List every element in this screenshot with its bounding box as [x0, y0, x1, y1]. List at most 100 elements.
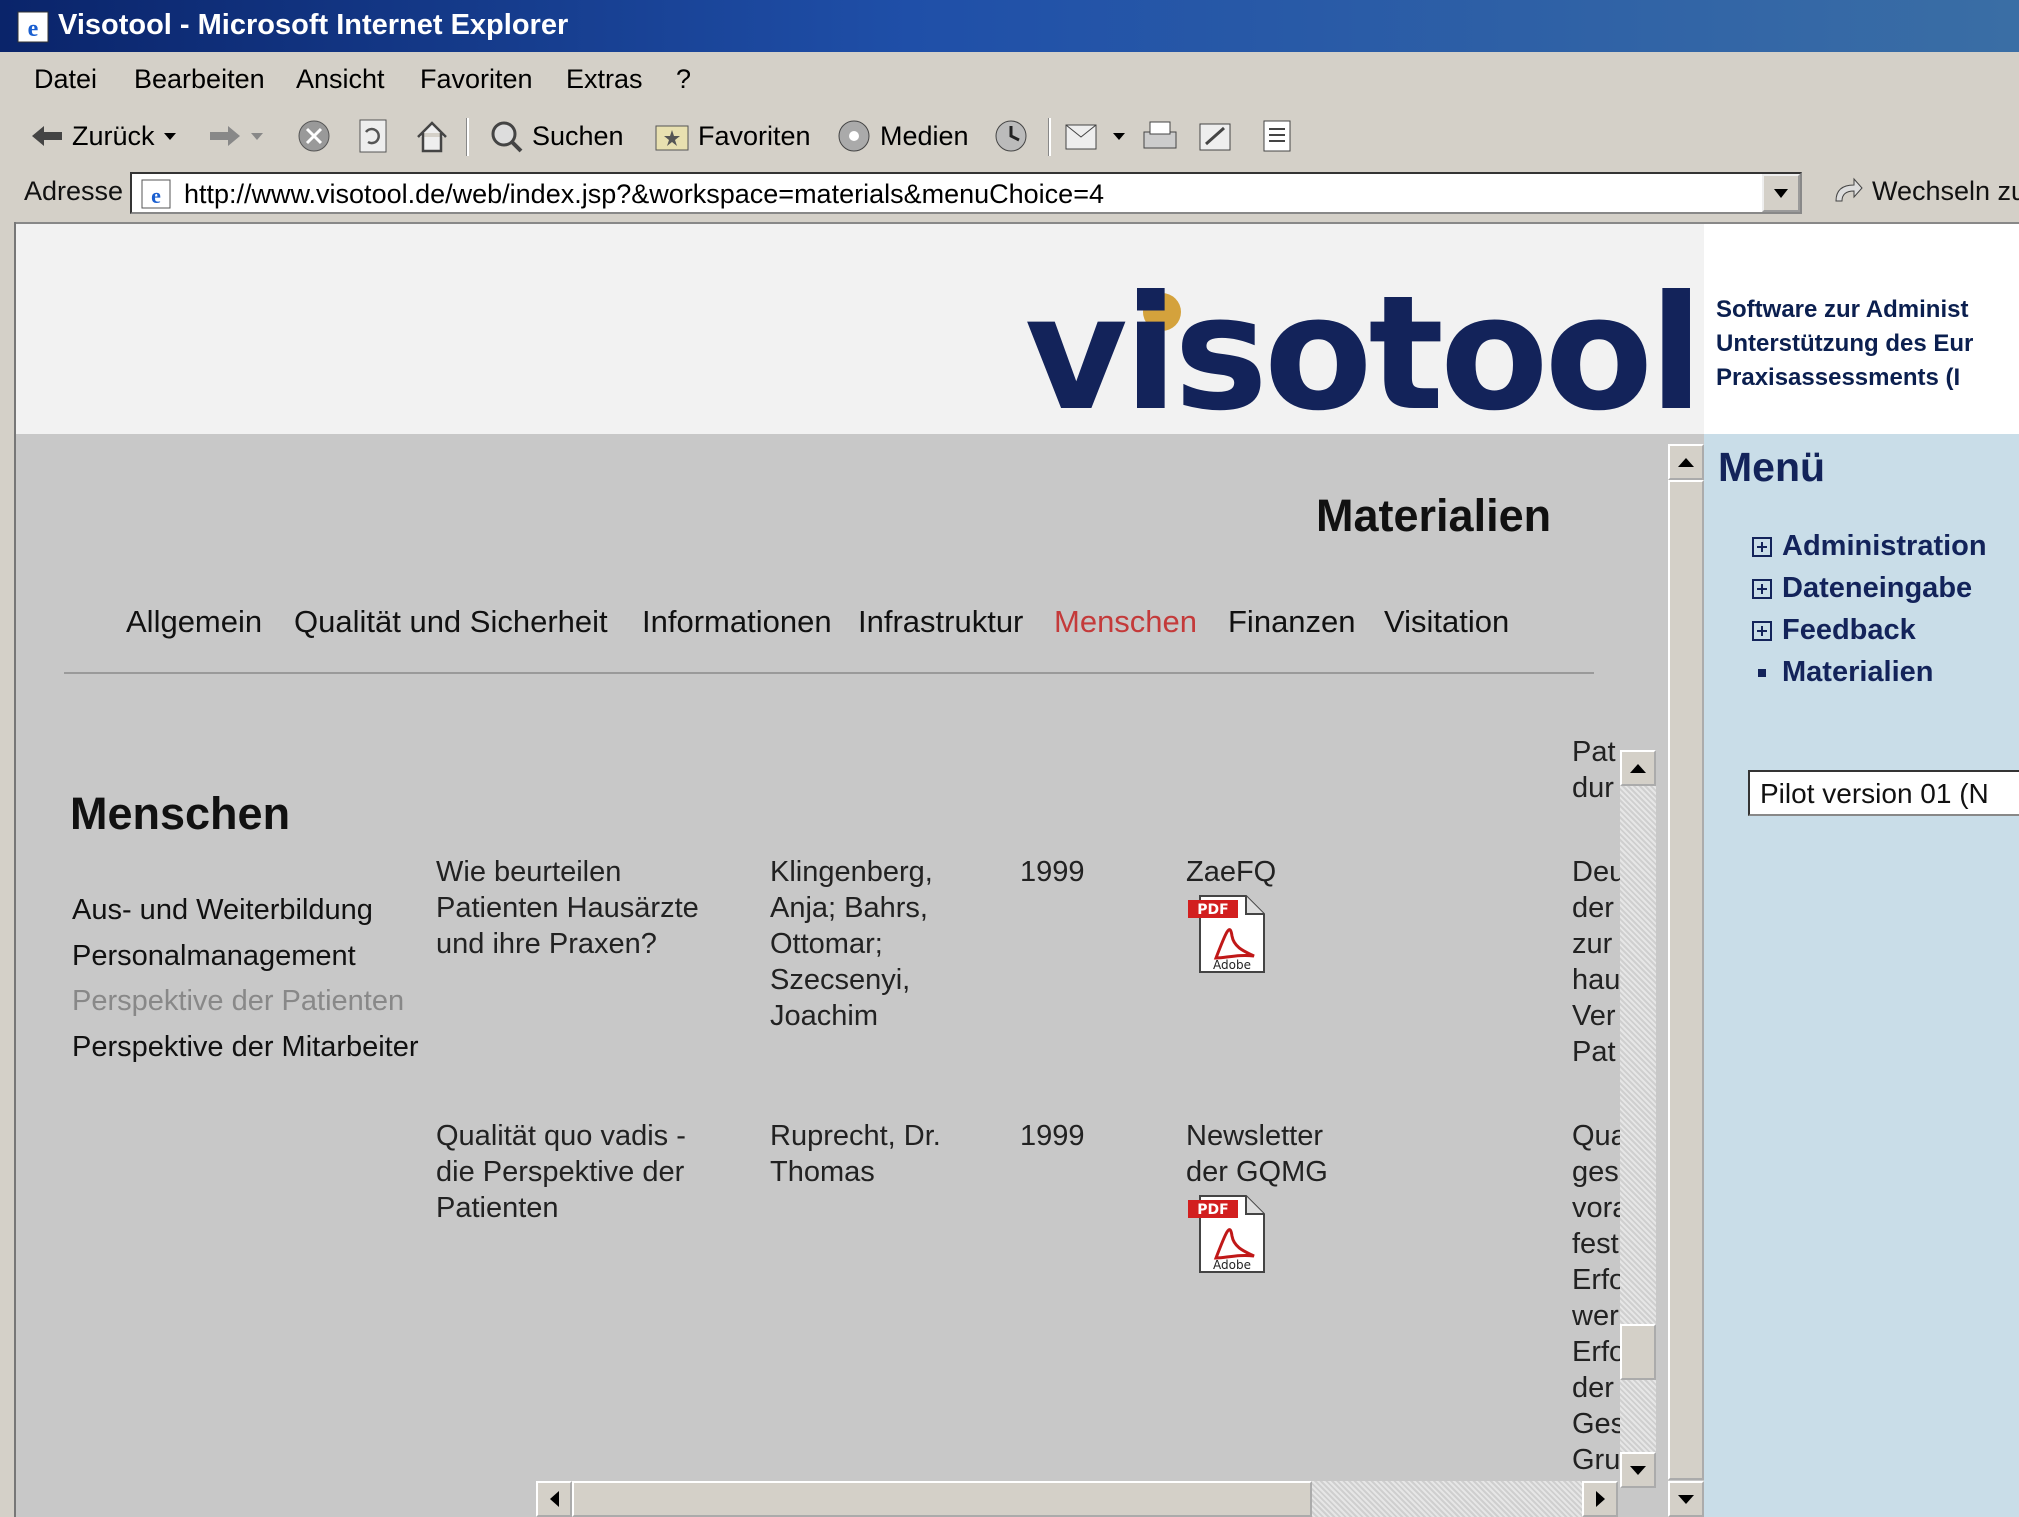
- pdf-brand-text: Adobe: [1213, 958, 1251, 972]
- search-icon: [491, 121, 523, 153]
- stop-button[interactable]: [296, 116, 332, 156]
- tab-menschen[interactable]: Menschen: [1054, 604, 1197, 640]
- table-scroll-left-button[interactable]: [536, 1481, 572, 1517]
- address-url: http://www.visotool.de/web/index.jsp?&wo…: [184, 179, 1104, 209]
- menu-extras[interactable]: Extras: [566, 64, 643, 95]
- menu-ansicht[interactable]: Ansicht: [296, 64, 385, 95]
- address-input[interactable]: e http://www.visotool.de/web/index.jsp?&…: [130, 172, 1802, 214]
- sidebar-item-label: Feedback: [1782, 614, 1916, 646]
- author-line: Ottomar;: [770, 928, 883, 960]
- frame-scrollbar-thumb[interactable]: [1668, 480, 1704, 1480]
- chevron-down-icon: [1774, 189, 1788, 198]
- page-title: Materialien: [1316, 490, 1552, 541]
- table-scroll-right-button[interactable]: [1582, 1481, 1618, 1517]
- table-hscrollbar-thumb[interactable]: [572, 1481, 1312, 1517]
- menu-favoriten[interactable]: Favoriten: [420, 64, 533, 95]
- subnav-personalmanagement[interactable]: Personalmanagement: [72, 940, 356, 973]
- media-label: Medien: [880, 120, 969, 151]
- frame-scroll-up-button[interactable]: [1668, 444, 1704, 480]
- refresh-icon: [359, 119, 387, 153]
- table-scroll-down-button[interactable]: [1620, 1452, 1656, 1488]
- desc-line: der: [1572, 1372, 1614, 1404]
- menu-bar: Datei Bearbeiten Ansicht Favoriten Extra…: [0, 52, 2019, 109]
- sidebar-item-label: Administration: [1782, 530, 1987, 562]
- title-line: und ihre Praxen?: [436, 928, 657, 960]
- history-button[interactable]: [992, 116, 1030, 156]
- sidebar-item-materialien[interactable]: Materialien: [1752, 656, 1934, 689]
- row1-title[interactable]: Wie beurteilen Patienten Hausärzte und i…: [436, 854, 756, 962]
- go-label: Wechseln zu: [1872, 176, 2019, 206]
- edit-button[interactable]: [1196, 116, 1236, 156]
- sidebar-item-administration[interactable]: Administration: [1752, 530, 1987, 563]
- desc-line: hau: [1572, 964, 1620, 996]
- row2-year: 1999: [1020, 1120, 1085, 1152]
- title-line: Wie beurteilen: [436, 856, 622, 888]
- subnav-perspektive-der-patienten[interactable]: Perspektive der Patienten: [72, 985, 404, 1018]
- tab-qualitaet-und-sicherheit[interactable]: Qualität und Sicherheit: [294, 604, 608, 640]
- tab-allgemein[interactable]: Allgemein: [126, 604, 262, 640]
- svg-text:e: e: [28, 16, 39, 42]
- window-title: Visotool - Microsoft Internet Explorer: [58, 9, 569, 41]
- scroll-right-icon: [1595, 1491, 1605, 1507]
- frame-scroll-down-button[interactable]: [1668, 1481, 1704, 1517]
- table-scroll-up-button[interactable]: [1620, 750, 1656, 786]
- scroll-up-icon: [1630, 763, 1646, 773]
- tagline-line-3: Praxisassessments (I: [1716, 364, 1961, 391]
- menu-bearbeiten[interactable]: Bearbeiten: [134, 64, 265, 95]
- refresh-button[interactable]: [356, 116, 390, 156]
- favorites-button[interactable]: Favoriten: [654, 116, 811, 156]
- media-button[interactable]: Medien: [836, 116, 969, 156]
- window-titlebar[interactable]: e Visotool - Microsoft Internet Explorer: [0, 0, 2019, 52]
- scroll-left-icon: [549, 1491, 559, 1507]
- home-button[interactable]: [414, 116, 450, 156]
- pdf-badge-text: PDF: [1197, 902, 1228, 918]
- tagline-line-2: Unterstützung des Eur: [1716, 330, 1974, 357]
- desc-line: Qua: [1572, 1120, 1620, 1152]
- bullet-icon: [1758, 668, 1766, 677]
- tab-informationen[interactable]: Informationen: [642, 604, 832, 640]
- tab-visitation[interactable]: Visitation: [1384, 604, 1509, 640]
- sidebar-title: Menü: [1718, 444, 1826, 490]
- row1-year: 1999: [1020, 856, 1085, 888]
- row2-description: Qua ges vora fest Erfo wer Erfo der Ges …: [1572, 1118, 1620, 1478]
- author-line: Szecsenyi,: [770, 964, 911, 996]
- edit-icon: [1199, 123, 1231, 151]
- go-button[interactable]: Wechseln zu: [1830, 176, 2019, 207]
- mail-button[interactable]: [1064, 116, 1126, 156]
- discuss-button[interactable]: [1258, 116, 1296, 156]
- print-button[interactable]: [1140, 116, 1180, 156]
- desc-line: Pat: [1572, 736, 1616, 768]
- sidebar-item-label: Dateneingabe: [1782, 572, 1973, 604]
- desc-line: fest: [1572, 1228, 1619, 1260]
- left-frame-border: [0, 222, 16, 1517]
- address-label: Adresse: [24, 176, 124, 206]
- version-select[interactable]: Pilot version 01 (N: [1748, 770, 2019, 816]
- menu-help[interactable]: ?: [676, 64, 691, 95]
- subnav-perspektive-der-mitarbeiter[interactable]: Perspektive der Mitarbeiter: [72, 1031, 419, 1064]
- tab-finanzen[interactable]: Finanzen: [1228, 604, 1356, 640]
- pdf-icon[interactable]: PDF Adobe: [1186, 892, 1268, 974]
- pdf-badge-text: PDF: [1197, 1202, 1228, 1218]
- pdf-icon[interactable]: PDF Adobe: [1186, 1192, 1268, 1274]
- search-button[interactable]: Suchen: [488, 116, 624, 156]
- chevron-down-icon: [1113, 133, 1125, 140]
- back-button[interactable]: Zurück: [30, 116, 177, 156]
- desc-line: Ges: [1572, 1408, 1620, 1440]
- scroll-up-icon: [1678, 457, 1694, 467]
- table-scrollbar-thumb[interactable]: [1620, 1324, 1656, 1380]
- menu-datei[interactable]: Datei: [34, 64, 97, 95]
- plus-box-icon: [1752, 578, 1772, 599]
- sidebar-item-feedback[interactable]: Feedback: [1752, 614, 1916, 647]
- author-line: Ruprecht, Dr.: [770, 1120, 941, 1152]
- desc-line: Gru: [1572, 1444, 1620, 1476]
- forward-button[interactable]: [208, 116, 264, 156]
- tab-infrastruktur[interactable]: Infrastruktur: [858, 604, 1023, 640]
- desc-line: Erfo: [1572, 1336, 1620, 1368]
- row2-title[interactable]: Qualität quo vadis - die Perspektive der…: [436, 1118, 756, 1226]
- page-header: visotool: [16, 224, 1704, 434]
- sidebar-item-dateneingabe[interactable]: Dateneingabe: [1752, 572, 1972, 605]
- address-dropdown-button[interactable]: [1762, 174, 1800, 212]
- plus-box-icon: [1752, 620, 1772, 641]
- subnav-aus-und-weiterbildung[interactable]: Aus- und Weiterbildung: [72, 894, 373, 927]
- desc-line: ges: [1572, 1156, 1619, 1188]
